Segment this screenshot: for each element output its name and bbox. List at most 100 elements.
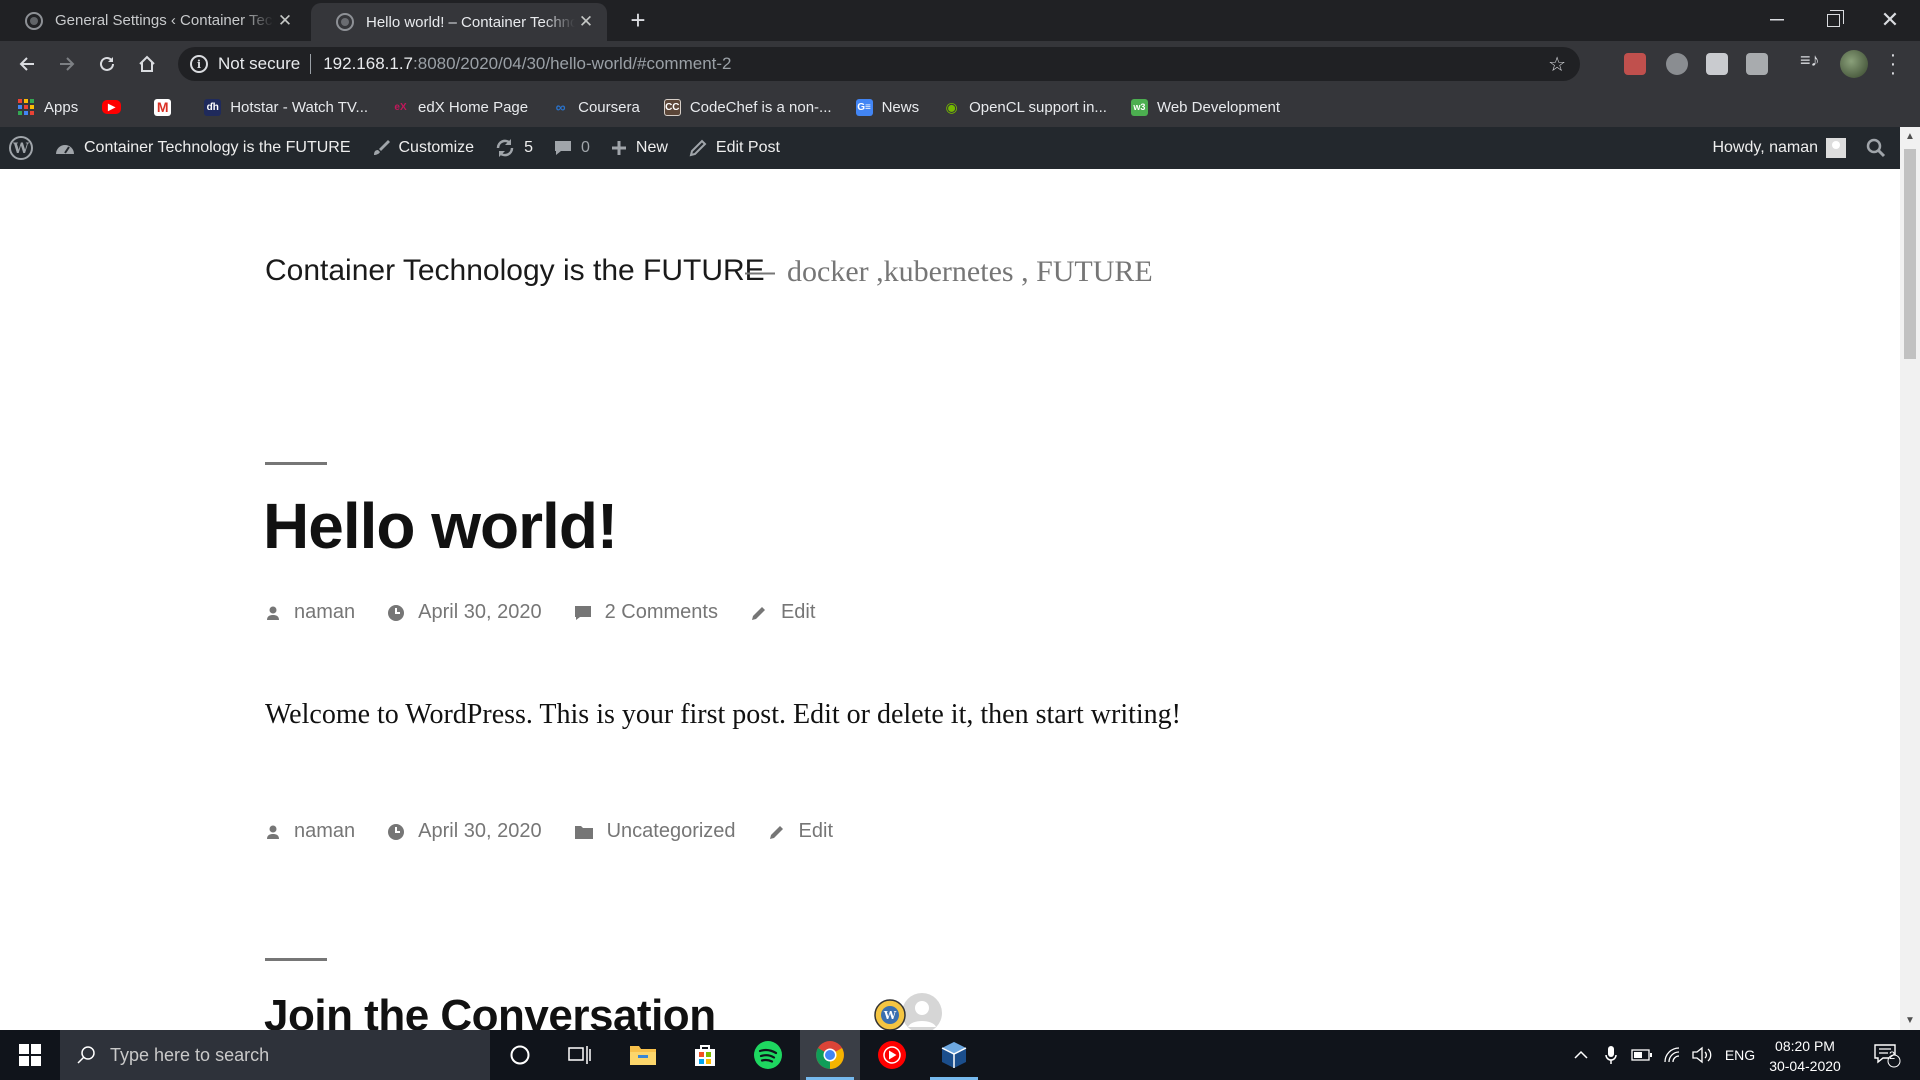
browser-toolbar: i Not secure 192.168.1.7 :8080/2020/04/3…: [0, 41, 1920, 87]
action-center-button[interactable]: 2: [1862, 1030, 1912, 1080]
post-separator: [265, 462, 327, 465]
tagline: docker ,kubernetes , FUTURE: [787, 255, 1153, 288]
script-extension-icon[interactable]: [1746, 53, 1768, 75]
microsoft-store-button[interactable]: [675, 1030, 735, 1080]
admin-comments-link[interactable]: 0: [543, 127, 600, 169]
new-tab-button[interactable]: +: [624, 6, 652, 34]
profile-avatar[interactable]: [1840, 50, 1868, 78]
edx-icon: eX: [394, 101, 407, 113]
not-secure-label[interactable]: Not secure: [218, 54, 300, 74]
bookmark-gmail[interactable]: M: [154, 98, 180, 116]
reload-button[interactable]: [92, 49, 122, 79]
date-link[interactable]: April 30, 2020: [418, 601, 541, 624]
network-tray-button[interactable]: [1660, 1030, 1686, 1080]
admin-site-name-link[interactable]: Container Technology is the FUTURE: [44, 127, 361, 169]
windows-taskbar: Type here to search ENG 08:20 PM 30-04-2…: [0, 1030, 1920, 1080]
site-title-link[interactable]: Container Technology is the FUTURE: [265, 254, 765, 288]
date-link[interactable]: April 30, 2020: [418, 820, 541, 843]
scroll-down-arrow-icon[interactable]: ▼: [1905, 1015, 1915, 1026]
codechef-icon: CC: [663, 98, 681, 116]
category-link[interactable]: Uncategorized: [607, 820, 736, 843]
admin-search-button[interactable]: [1856, 127, 1900, 169]
input-language-indicator[interactable]: ENG: [1720, 1030, 1760, 1080]
tab-general-settings[interactable]: General Settings ‹ Container Technology …: [0, 0, 306, 41]
bookmark-edx[interactable]: eX edX Home Page: [392, 99, 528, 116]
bookmark-opencl[interactable]: ◉ OpenCL support in...: [943, 98, 1107, 116]
show-hidden-icons-button[interactable]: [1568, 1030, 1594, 1080]
minimize-icon: [1770, 19, 1784, 21]
apps-grid-icon: [18, 99, 34, 115]
bookmark-label: News: [881, 98, 920, 116]
scroll-up-arrow-icon[interactable]: ▲: [1905, 131, 1915, 142]
post-meta-bottom: naman April 30, 2020 Uncategorized Edit: [265, 820, 865, 843]
folder-icon: [574, 824, 594, 840]
bookmark-news[interactable]: G≡ News: [855, 98, 920, 116]
close-tab-icon[interactable]: ✕: [274, 11, 296, 31]
spotify-button[interactable]: [738, 1030, 798, 1080]
volume-tray-button[interactable]: [1688, 1030, 1716, 1080]
window-close-button[interactable]: ✕: [1862, 0, 1918, 40]
back-button[interactable]: [12, 49, 42, 79]
edit-post-label: Edit Post: [715, 139, 780, 156]
microphone-icon: [1605, 1046, 1617, 1064]
bookmark-youtube[interactable]: ▶: [102, 100, 130, 114]
file-explorer-button[interactable]: [613, 1030, 673, 1080]
cube-extension-icon[interactable]: [1706, 53, 1728, 75]
comments-link[interactable]: 2 Comments: [605, 601, 718, 624]
chrome-taskbar-button[interactable]: [800, 1030, 860, 1080]
bookmark-web-development[interactable]: w3 Web Development: [1130, 98, 1280, 116]
admin-edit-post-link[interactable]: Edit Post: [678, 127, 790, 169]
notification-icon: [1874, 1044, 1901, 1068]
start-button[interactable]: [0, 1030, 60, 1080]
wordpress-logo-menu[interactable]: W: [0, 127, 44, 169]
author-link[interactable]: naman: [294, 601, 355, 624]
new-label: New: [635, 139, 668, 156]
bookmark-label: OpenCL support in...: [969, 98, 1107, 116]
forward-button[interactable]: [52, 49, 82, 79]
chrome-menu-icon[interactable]: · · ·: [1886, 45, 1900, 83]
bookmark-apps[interactable]: Apps: [18, 99, 78, 116]
post-date: April 30, 2020: [387, 820, 542, 843]
task-view-button[interactable]: [550, 1030, 610, 1080]
window-restore-button[interactable]: [1805, 0, 1861, 40]
home-button[interactable]: [132, 49, 162, 79]
bookmark-hotstar[interactable]: ɗh Hotstar - Watch TV...: [204, 98, 369, 116]
address-bar[interactable]: i Not secure 192.168.1.7 :8080/2020/04/3…: [178, 47, 1580, 81]
person-icon: [265, 604, 281, 622]
lightbulb-extension-icon[interactable]: [1666, 53, 1688, 75]
folder-icon: [630, 1046, 656, 1065]
clock-date: 30-04-2020: [1769, 1058, 1841, 1074]
cortana-button[interactable]: [490, 1030, 550, 1080]
battery-tray-button[interactable]: [1627, 1030, 1657, 1080]
youtube-icon: ▶: [102, 100, 122, 114]
youtube-music-button[interactable]: [862, 1030, 922, 1080]
info-icon[interactable]: i: [190, 55, 208, 73]
page-scrollbar[interactable]: ▲ ▼: [1900, 127, 1920, 1030]
admin-customize-link[interactable]: Customize: [361, 127, 485, 169]
close-tab-icon[interactable]: ✕: [575, 12, 597, 32]
virtualbox-button[interactable]: [924, 1030, 984, 1080]
bookmark-star-icon[interactable]: ☆: [1548, 52, 1566, 77]
bookmark-label: Hotstar - Watch TV...: [230, 98, 369, 116]
admin-new-content-link[interactable]: New: [600, 127, 678, 169]
tab-title: Hello world! – Container Technology is t…: [366, 13, 575, 31]
edit-link[interactable]: Edit: [799, 820, 833, 843]
media-control-icon[interactable]: ≡♪: [1800, 50, 1822, 72]
taskbar-search-box[interactable]: Type here to search: [60, 1030, 490, 1080]
bookmark-coursera[interactable]: ∞ Coursera: [552, 99, 640, 116]
bookmark-label: edX Home Page: [418, 98, 529, 116]
scrollbar-thumb[interactable]: [1904, 149, 1916, 359]
microphone-tray-button[interactable]: [1599, 1030, 1623, 1080]
admin-updates-link[interactable]: 5: [484, 127, 543, 169]
taskbar-clock[interactable]: 08:20 PM 30-04-2020: [1762, 1036, 1848, 1076]
cast-extension-icon[interactable]: [1624, 53, 1646, 75]
my-account-menu[interactable]: Howdy, naman: [1702, 127, 1856, 169]
browser-tab-strip: General Settings ‹ Container Technology …: [0, 0, 1920, 41]
window-minimize-button[interactable]: [1749, 0, 1805, 40]
post-date: April 30, 2020: [387, 601, 542, 624]
edit-link[interactable]: Edit: [781, 601, 815, 624]
author-link[interactable]: naman: [294, 820, 355, 843]
bookmark-codechef[interactable]: CC CodeChef is a non-...: [663, 98, 832, 116]
admin-site-name: Container Technology is the FUTURE: [84, 139, 351, 156]
tab-hello-world[interactable]: Hello world! – Container Technology is t…: [311, 3, 607, 41]
